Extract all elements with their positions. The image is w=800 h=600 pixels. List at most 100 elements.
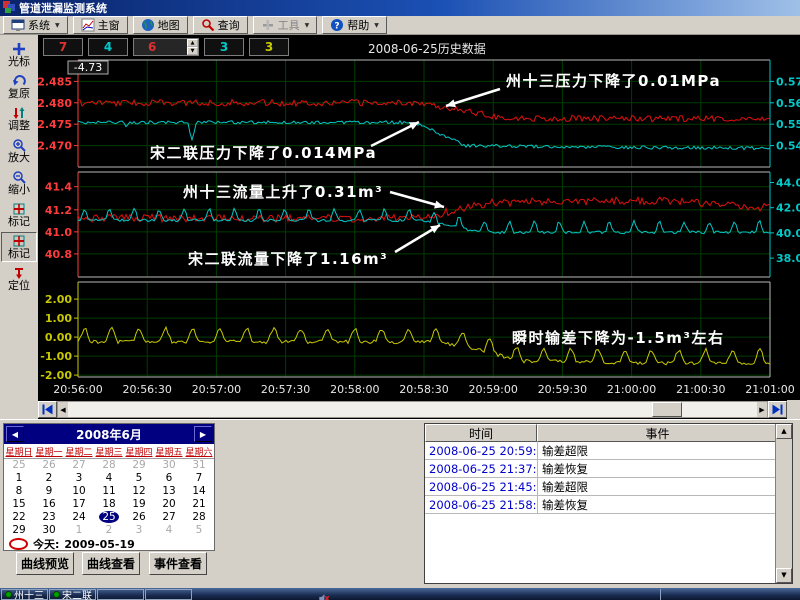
calendar-day[interactable]: 2 — [94, 524, 124, 537]
calendar-day[interactable]: 1 — [64, 524, 94, 537]
calendar-day[interactable]: 21 — [184, 498, 214, 511]
menu-item-map[interactable]: 地图 — [133, 16, 188, 34]
calendar-day[interactable]: 22 — [4, 511, 34, 524]
calendar-prev-button[interactable]: ◀ — [6, 426, 24, 442]
calendar-day[interactable]: 1 — [4, 472, 34, 485]
help-icon: ? — [330, 18, 344, 32]
locate-icon — [12, 266, 26, 280]
toolbar-item-zoom-in[interactable]: 放大 — [1, 136, 37, 166]
chart-difference[interactable]: 2.001.000.00-1.00-2.00瞬时输差下降为-1.5m³左右 — [38, 280, 800, 380]
calendar-day[interactable]: 2 — [34, 472, 64, 485]
scroll-right-icon[interactable]: ▶ — [757, 406, 767, 414]
calendar-day[interactable]: 8 — [4, 485, 34, 498]
calendar-day[interactable]: 26 — [124, 511, 154, 524]
calendar-day[interactable]: 29 — [4, 524, 34, 537]
curve-preview-button[interactable]: 曲线预览 — [16, 552, 74, 575]
calendar-day[interactable]: 20 — [154, 498, 184, 511]
chart-flow[interactable]: 41.441.241.040.844.042.040.038.0州十三流量上升了… — [38, 170, 800, 280]
toolbar-item-mark-2[interactable]: 标记 — [1, 232, 37, 262]
curve-view-button[interactable]: 曲线查看 — [82, 552, 140, 575]
chevron-down-icon: ▼ — [374, 22, 379, 29]
calendar-day[interactable]: 4 — [94, 472, 124, 485]
menu-item-label: 工具 — [278, 17, 300, 33]
scrollbar-thumb[interactable] — [652, 402, 682, 417]
calendar-day[interactable]: 23 — [34, 511, 64, 524]
calendar-day[interactable]: 5 — [184, 524, 214, 537]
scroll-down-icon[interactable]: ▼ — [776, 568, 792, 583]
toolbar-item-zoom-out[interactable]: 缩小 — [1, 168, 37, 198]
event-name: 输差超限 — [537, 478, 778, 495]
calendar-grid: 2526272829303112345678910111213141516171… — [4, 459, 214, 537]
calendar-day[interactable]: 17 — [64, 498, 94, 511]
calendar-day[interactable]: 11 — [94, 485, 124, 498]
event-table-scrollbar[interactable]: ▲▼ — [775, 424, 792, 583]
calendar-day[interactable]: 7 — [184, 472, 214, 485]
chart-pressure[interactable]: 2.4852.4802.4752.4700.5700.5600.5500.540… — [38, 58, 800, 170]
menu-item-system[interactable]: 系统▼ — [3, 16, 68, 34]
counter-box-4[interactable]: 3 — [204, 38, 244, 56]
spinner-up-icon[interactable]: ▲ — [187, 39, 198, 47]
calendar-day[interactable]: 12 — [124, 485, 154, 498]
toolbar-item-restore[interactable]: 复原 — [1, 72, 37, 102]
event-row[interactable]: 2008-06-25 21:45:04输差超限 — [425, 478, 792, 496]
scrollbar-track[interactable] — [68, 402, 757, 417]
taskbar-item-label: 宋二联 — [62, 587, 92, 600]
calendar-day[interactable]: 16 — [34, 498, 64, 511]
chart-area: 746▲▼332008-06-25历史数据 2.4852.4802.4752.4… — [38, 35, 800, 419]
calendar-day[interactable]: 3 — [124, 524, 154, 537]
calendar-day[interactable]: 4 — [154, 524, 184, 537]
counter-box-1[interactable]: 7 — [43, 38, 83, 56]
toolbar-item-mark[interactable]: 标记 — [1, 200, 37, 230]
scroll-up-icon[interactable]: ▲ — [776, 424, 792, 439]
calendar-day[interactable]: 31 — [184, 459, 214, 472]
svg-text:?: ? — [335, 22, 340, 32]
calendar-day-selected[interactable]: 25 — [94, 511, 124, 524]
counter-box-2[interactable]: 4 — [88, 38, 128, 56]
event-name: 输差恢复 — [537, 460, 778, 477]
scroll-to-end-button[interactable] — [768, 401, 787, 418]
taskbar-item-州十三[interactable]: 州十三 — [1, 589, 48, 600]
scroll-left-icon[interactable]: ◀ — [58, 406, 68, 414]
menu-item-help[interactable]: ?帮助▼ — [322, 16, 387, 34]
calendar-day[interactable]: 27 — [154, 511, 184, 524]
speaker-mute-wrapper[interactable] — [318, 589, 330, 600]
horizontal-scrollbar[interactable]: ◀▶ — [57, 401, 768, 418]
menu-item-main-window[interactable]: 主窗 — [73, 16, 128, 34]
calendar-day[interactable]: 10 — [64, 485, 94, 498]
calendar-day[interactable]: 18 — [94, 498, 124, 511]
calendar-day[interactable]: 9 — [34, 485, 64, 498]
calendar-day[interactable]: 13 — [154, 485, 184, 498]
calendar-day[interactable]: 14 — [184, 485, 214, 498]
taskbar-item-宋二联[interactable]: 宋二联 — [49, 589, 96, 600]
toolbar-item-adjust[interactable]: 调整 — [1, 104, 37, 134]
scroll-to-start-button[interactable] — [38, 401, 57, 418]
event-row[interactable]: 2008-06-25 21:37:31输差恢复 — [425, 460, 792, 478]
time-axis-label: 20:59:30 — [538, 383, 587, 396]
counter-spinner[interactable]: ▲▼ — [187, 39, 198, 55]
menu-item-query[interactable]: 查询 — [193, 16, 248, 34]
calendar-day[interactable]: 27 — [64, 459, 94, 472]
calendar-day[interactable]: 26 — [34, 459, 64, 472]
calendar-day[interactable]: 28 — [94, 459, 124, 472]
spinner-down-icon[interactable]: ▼ — [187, 47, 198, 55]
calendar-day[interactable]: 29 — [124, 459, 154, 472]
event-row[interactable]: 2008-06-25 21:58:42输差恢复 — [425, 496, 792, 514]
calendar-next-button[interactable]: ▶ — [194, 426, 212, 442]
toolbar-item-cursor[interactable]: 光标 — [1, 40, 37, 70]
calendar-day[interactable]: 15 — [4, 498, 34, 511]
calendar-day[interactable]: 24 — [64, 511, 94, 524]
toolbar-item-locate[interactable]: 定位 — [1, 264, 37, 294]
calendar-day[interactable]: 19 — [124, 498, 154, 511]
calendar-day[interactable]: 25 — [4, 459, 34, 472]
calendar-day[interactable]: 3 — [64, 472, 94, 485]
calendar-day[interactable]: 5 — [124, 472, 154, 485]
event-row[interactable]: 2008-06-25 20:59:08输差超限 — [425, 442, 792, 460]
counter-box-3[interactable]: 6▲▼ — [133, 38, 199, 56]
calendar-day[interactable]: 6 — [154, 472, 184, 485]
counter-box-5[interactable]: 3 — [249, 38, 289, 56]
calendar-day[interactable]: 30 — [154, 459, 184, 472]
calendar-day[interactable]: 28 — [184, 511, 214, 524]
toolbar-item-label: 定位 — [8, 280, 30, 292]
menu-item-tools[interactable]: 工具▼ — [253, 16, 318, 34]
event-view-button[interactable]: 事件查看 — [149, 552, 207, 575]
